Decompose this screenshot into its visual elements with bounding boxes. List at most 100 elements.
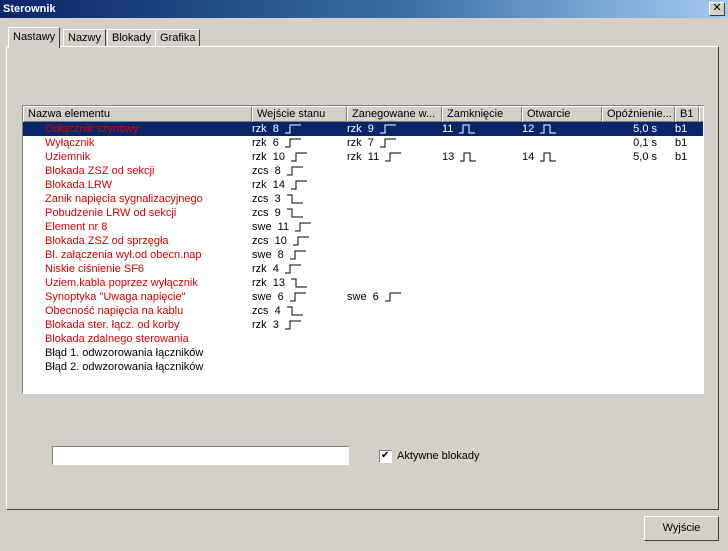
row-negated: rzk 11 [347, 150, 402, 164]
row-input-text: swe 8 [252, 249, 284, 261]
row-input: swe 11 [252, 220, 312, 234]
signal-rise-icon [289, 292, 306, 302]
row-input: zcs 8 [252, 164, 303, 178]
close-button[interactable]: ✕ [709, 2, 725, 16]
column-header-negated[interactable]: Zanegowane w... [347, 106, 442, 122]
row-name: Uziemnik [45, 150, 90, 164]
table-row[interactable]: Błąd 2. odwzorowania łączników [23, 360, 703, 374]
signal-rise-icon [284, 264, 301, 274]
table-row[interactable]: Błąd 1. odwzorowania łączników [23, 346, 703, 360]
window-titlebar: Sterownik ✕ [0, 0, 728, 18]
column-header-delay[interactable]: Opóźnienie... [602, 106, 675, 122]
signal-rise-icon [291, 152, 308, 162]
row-name: Pobudzenie LRW od sekcji [45, 206, 176, 220]
table-row[interactable]: Blokada LRW rzk 14 [23, 178, 703, 192]
row-name: Blokada ster. łącz. od korby [45, 318, 180, 332]
column-header-name[interactable]: Nazwa elementu [23, 106, 252, 122]
row-input: zcs 3 [252, 192, 303, 206]
signal-pulse-icon [540, 124, 557, 134]
row-open: 14 [522, 150, 557, 164]
row-name: Niskie ciśnienie SF6 [45, 262, 144, 276]
row-name-text: Niskie ciśnienie SF6 [45, 263, 145, 275]
row-name-text: Blokada ZSZ od sekcji [45, 165, 155, 177]
row-name-text: Element nr 8 [45, 221, 108, 233]
row-b1-text: b1 [675, 123, 688, 135]
column-header-input[interactable]: Wejście stanu [252, 106, 347, 122]
signal-rise-icon [284, 124, 301, 134]
row-name: Synoptyka "Uwaga napięcie" [45, 290, 186, 304]
signal-rise-icon [384, 292, 401, 302]
row-name-text: Zanik napięcia sygnalizacyjnego [45, 193, 203, 205]
tab-nastawy[interactable]: Nastawy [8, 27, 61, 48]
row-input: zcs 9 [252, 206, 303, 220]
tab-nazwy[interactable]: Nazwy [63, 29, 107, 47]
row-b1: b1 [675, 136, 687, 150]
table-row[interactable]: Blokada ster. łącz. od korby rzk 3 [23, 318, 703, 332]
row-input-text: zcs 8 [252, 165, 281, 177]
row-input: rzk 8 [252, 122, 301, 136]
row-name-text: Błąd 2. odwzorowania łączników [45, 361, 204, 373]
signal-rise-icon [385, 152, 402, 162]
column-header-close[interactable]: Zamknięcie [442, 106, 522, 122]
table-row[interactable]: Uziem.kabla poprzez wyłącznik rzk 13 [23, 276, 703, 290]
row-input-text: rzk 13 [252, 277, 286, 289]
column-header-b2[interactable]: B2 [699, 106, 703, 122]
row-input-text: rzk 3 [252, 319, 279, 331]
close-icon: ✕ [712, 2, 722, 14]
table-row[interactable]: Element nr 8 swe 11 [23, 220, 703, 234]
column-header-b1[interactable]: B1 [675, 106, 699, 122]
row-input: rzk 14 [252, 178, 308, 192]
table-row[interactable]: Zanik napięcia sygnalizacyjnego zcs 3 [23, 192, 703, 206]
table-row[interactable]: Obecność napięcia na kablu zcs 4 [23, 304, 703, 318]
row-negated: rzk 9 [347, 122, 396, 136]
row-close: 13 [442, 150, 477, 164]
signal-rise-icon [292, 236, 309, 246]
table-row[interactable]: Synoptyka "Uwaga napięcie" swe 6 swe 6 [23, 290, 703, 304]
signal-fall-icon [286, 306, 303, 316]
table-row[interactable]: Blokada zdalnego sterowania [23, 332, 703, 346]
signal-rise-icon [289, 250, 306, 260]
signal-fall-icon [286, 208, 303, 218]
row-name-text: Blokada ster. łącz. od korby [45, 319, 180, 331]
table-row[interactable]: Niskie ciśnienie SF6 rzk 4 [23, 262, 703, 276]
active-locks-label[interactable]: Aktywne blokady [397, 450, 480, 463]
active-locks-checkbox[interactable]: ✔ [379, 450, 392, 463]
table-row[interactable]: Wyłącznik rzk 6 rzk 7 0,1 s b1 [23, 136, 703, 150]
exit-button[interactable]: Wyjście [644, 516, 719, 541]
row-name-text: Synoptyka "Uwaga napięcie" [45, 291, 186, 303]
row-name-text: Uziem.kabla poprzez wyłącznik [45, 277, 198, 289]
row-input: zcs 10 [252, 234, 309, 248]
row-negated-text: rzk 9 [347, 123, 374, 135]
table-row[interactable]: Uziemnik rzk 10 rzk 11 13 14 5,0 s b1 [23, 150, 703, 164]
row-input-text: rzk 14 [252, 179, 286, 191]
table-row[interactable]: Pobudzenie LRW od sekcji zcs 9 [23, 206, 703, 220]
filter-input[interactable] [52, 446, 349, 465]
row-input: rzk 10 [252, 150, 308, 164]
elements-list[interactable]: Nazwa elementu Wejście stanu Zanegowane … [22, 105, 704, 394]
row-input: swe 8 [252, 248, 306, 262]
row-name-text: Błąd 1. odwzorowania łączników [45, 347, 204, 359]
table-row[interactable]: Blokada ZSZ od sekcji zcs 8 [23, 164, 703, 178]
tab-blokady[interactable]: Blokady [107, 29, 157, 47]
row-name-text: Obecność napięcia na kablu [45, 305, 184, 317]
row-name: Blokada ZSZ od sprzęgła [45, 234, 169, 248]
row-input-text: zcs 3 [252, 193, 281, 205]
signal-pulse-icon [460, 152, 477, 162]
table-row[interactable]: Blokada ZSZ od sprzęgła zcs 10 [23, 234, 703, 248]
signal-rise-icon [379, 124, 396, 134]
row-negated: rzk 7 [347, 136, 396, 150]
row-delay: 0,1 s [602, 136, 657, 150]
row-name-text: Wyłącznik [45, 137, 95, 149]
table-row[interactable]: Odłącznik szynowy rzk 8 rzk 9 11 12 5,0 s b1 [23, 122, 703, 136]
tab-grafika[interactable]: Grafika [155, 29, 201, 47]
row-input: zcs 4 [252, 304, 303, 318]
row-delay-text: 5,0 s [633, 151, 657, 163]
table-row[interactable]: Bl. załączenia wył.od obecn.nap swe 8 [23, 248, 703, 262]
row-name: Uziem.kabla poprzez wyłącznik [45, 276, 198, 290]
signal-rise-icon [286, 166, 303, 176]
signal-rise-icon [379, 138, 396, 148]
column-header-open[interactable]: Otwarcie [522, 106, 602, 122]
row-close: 11 [442, 122, 476, 136]
signal-rise-icon [284, 320, 301, 330]
row-delay-text: 5,0 s [633, 123, 657, 135]
